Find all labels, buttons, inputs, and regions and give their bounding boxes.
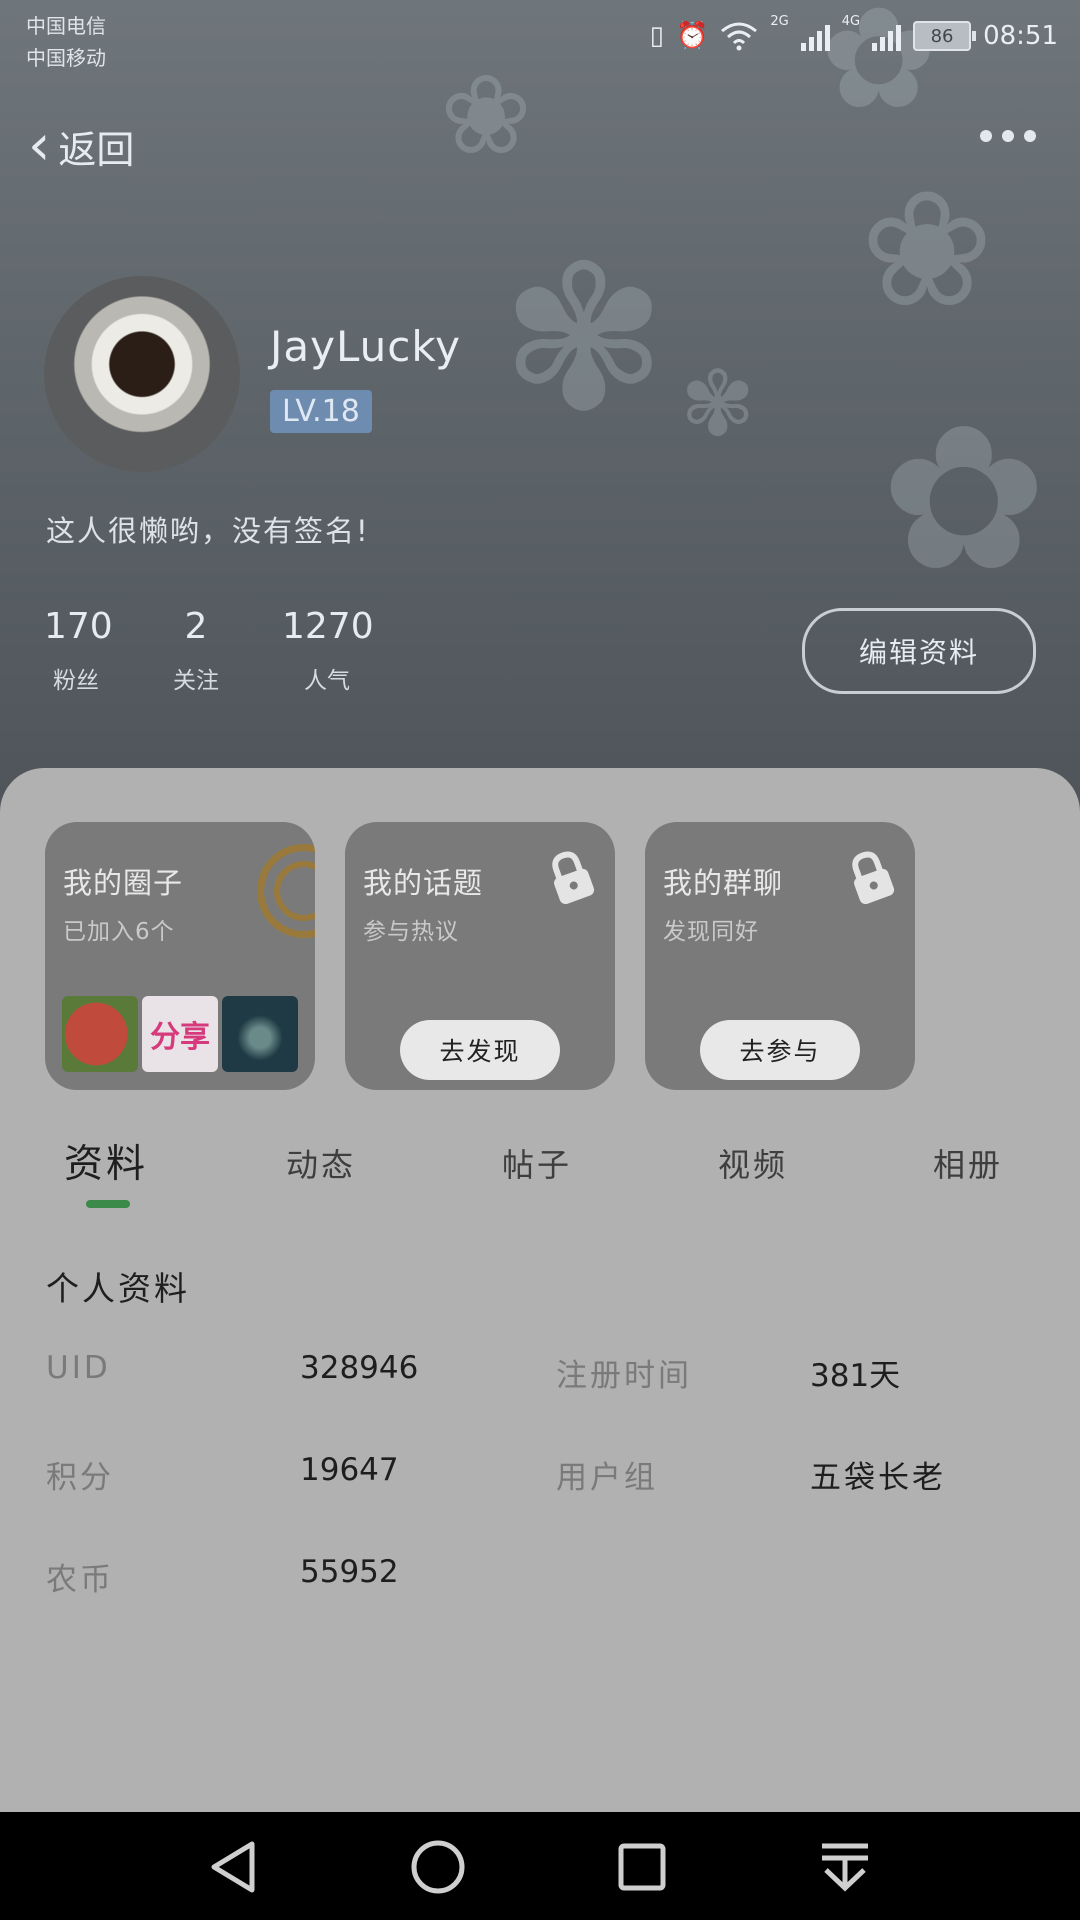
card-subtitle: 已加入6个 <box>63 919 175 945</box>
carrier-2-label: 中国移动 <box>26 46 106 70</box>
my-group-chats-card[interactable]: 我的群聊 发现同好 去参与 <box>645 822 915 1090</box>
avatar[interactable] <box>44 276 240 472</box>
card-subtitle: 发现同好 <box>663 919 759 945</box>
network-type-1-label: 2G <box>770 14 789 29</box>
stat-value: 170 <box>44 606 113 647</box>
uid-label: UID <box>46 1350 111 1386</box>
points-label: 积分 <box>46 1460 114 1496</box>
recent-apps-square-icon[interactable] <box>607 1832 677 1902</box>
username: JayLucky <box>270 322 462 371</box>
stat-label: 关注 <box>173 668 219 694</box>
circle-thumbnail-apple[interactable] <box>62 996 138 1072</box>
profile-signature: 这人很懒哟，没有签名! <box>46 514 370 548</box>
status-bar: 中国电信 中国移动 ▯ ⏰ 2G 4G 86 08:51 <box>0 0 1080 80</box>
back-button[interactable]: ‹ 返回 <box>28 118 134 174</box>
dot-icon <box>980 130 992 142</box>
stat-label: 人气 <box>304 668 350 694</box>
flower-decoration-icon: ❀ <box>860 156 995 343</box>
network-type-2-label: 4G <box>841 14 861 29</box>
my-topics-card[interactable]: 我的话题 参与热议 去发现 <box>345 822 615 1090</box>
wifi-icon <box>721 22 758 51</box>
coins-value: 55952 <box>300 1554 399 1590</box>
stat-popularity[interactable]: 1270 人气 <box>282 606 374 695</box>
join-button[interactable]: 去参与 <box>700 1020 860 1080</box>
notification-pulldown-icon[interactable] <box>810 1832 880 1902</box>
more-options-button[interactable] <box>980 130 1036 142</box>
stat-value: 2 <box>184 606 208 647</box>
discover-button[interactable]: 去发现 <box>400 1020 560 1080</box>
stat-fans[interactable]: 170 粉丝 <box>44 606 113 695</box>
system-navigation-bar <box>0 1812 1080 1920</box>
edit-profile-button[interactable]: 编辑资料 <box>802 608 1036 694</box>
register-time-value: 381天 <box>810 1358 901 1394</box>
circle-thumbnail-shark[interactable] <box>222 996 298 1072</box>
home-circle-icon[interactable] <box>403 1832 473 1902</box>
coins-label: 农币 <box>46 1562 114 1598</box>
circle-thumbnails: 分享 <box>62 996 298 1072</box>
circle-ring-icon <box>257 844 315 938</box>
stat-following[interactable]: 2 关注 <box>164 606 228 695</box>
alarm-icon: ⏰ <box>675 21 709 51</box>
back-triangle-icon[interactable] <box>200 1832 270 1902</box>
flower-decoration-icon: ✿ <box>880 383 1048 616</box>
lock-icon <box>852 851 895 905</box>
section-title: 个人资料 <box>46 1269 190 1308</box>
back-label: 返回 <box>58 127 135 172</box>
user-group-value: 五袋长老 <box>810 1460 946 1496</box>
vibrate-icon: ▯ <box>649 21 664 51</box>
tab-profile[interactable]: 资料 <box>64 1133 148 1189</box>
flower-decoration-icon: ✾ <box>500 223 668 456</box>
chevron-left-icon: ‹ <box>28 113 51 178</box>
signal-2-icon <box>872 21 902 51</box>
level-badge: LV.18 <box>270 390 372 433</box>
register-time-label: 注册时间 <box>556 1358 692 1394</box>
tab-posts[interactable]: 帖子 <box>502 1140 572 1186</box>
clock-time: 08:51 <box>983 21 1058 51</box>
tab-albums[interactable]: 相册 <box>933 1140 1003 1186</box>
battery-icon: 86 <box>913 21 977 51</box>
dot-icon <box>1002 130 1014 142</box>
tab-videos[interactable]: 视频 <box>718 1140 788 1186</box>
signal-1-icon <box>800 21 830 51</box>
stat-value: 1270 <box>282 606 374 647</box>
points-value: 19647 <box>300 1452 399 1488</box>
user-group-label: 用户组 <box>556 1460 658 1496</box>
carrier-1-label: 中国电信 <box>26 14 106 38</box>
active-tab-indicator <box>86 1200 130 1208</box>
card-title: 我的群聊 <box>663 866 784 900</box>
uid-value: 328946 <box>300 1350 419 1386</box>
my-circles-card[interactable]: 我的圈子 已加入6个 分享 <box>45 822 315 1090</box>
card-subtitle: 参与热议 <box>363 919 459 945</box>
circle-thumbnail-share[interactable]: 分享 <box>142 996 218 1072</box>
tab-activity[interactable]: 动态 <box>286 1140 356 1186</box>
dot-icon <box>1024 130 1036 142</box>
stat-label: 粉丝 <box>53 668 99 694</box>
flower-decoration-icon: ✾ <box>680 352 756 457</box>
lock-icon <box>552 851 595 905</box>
card-title: 我的圈子 <box>63 866 184 900</box>
card-title: 我的话题 <box>363 866 484 900</box>
